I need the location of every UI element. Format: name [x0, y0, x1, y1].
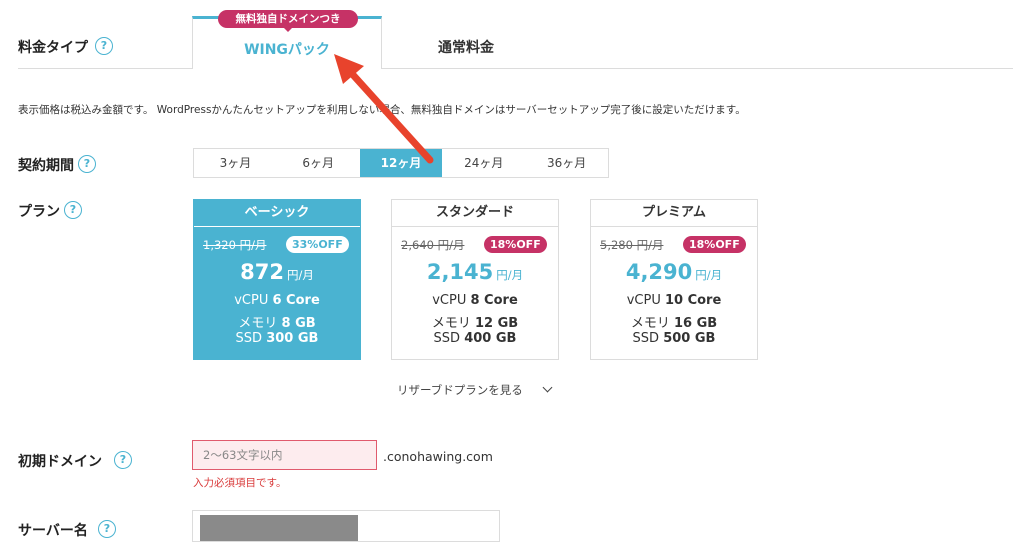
tab-wing-pack-label: WINGパック [244, 42, 330, 58]
spec-cpu: vCPU 8 Core [392, 293, 558, 308]
spec-cpu-label: vCPU [626, 293, 661, 308]
chevron-down-icon[interactable] [542, 382, 553, 393]
price: 872 円/月 [194, 260, 360, 284]
domain-suffix: .conohawing.com [383, 449, 493, 464]
plan-name: ベーシック [194, 200, 360, 227]
price-note: 表示価格は税込み金額です。 WordPressかんたんセットアップを利用しない場… [18, 104, 746, 116]
spec-cpu: vCPU 6 Core [194, 293, 360, 308]
spec-cpu-value: 10 Core [664, 293, 722, 308]
free-domain-badge: 無料独自ドメインつき [218, 10, 358, 28]
price-value: 872 [240, 260, 284, 284]
help-circle-icon[interactable]: ? [114, 451, 132, 469]
plan-card-premium[interactable]: プレミアム 5,280 円/月 18%OFF 4,290 円/月 vCPU 10 … [590, 199, 758, 360]
price-value: 2,145 [426, 260, 494, 284]
price-unit: 円/月 [286, 268, 314, 282]
plan-name: プレミアム [591, 200, 757, 227]
help-circle-icon[interactable]: ? [95, 37, 113, 55]
redacted-value [200, 515, 358, 541]
plan-card-standard[interactable]: スタンダード 2,640 円/月 18%OFF 2,145 円/月 vCPU 8 … [391, 199, 559, 360]
domain-error: 入力必須項目です。 [193, 477, 287, 489]
domain-input[interactable] [192, 440, 377, 470]
spec-ssd-value: 400 GB [464, 331, 517, 346]
price: 2,145 円/月 [392, 260, 558, 284]
price-unit: 円/月 [695, 268, 723, 282]
spec-ssd-label: SSD [235, 331, 263, 346]
spec-cpu-value: 8 Core [470, 293, 518, 308]
spec-ssd-value: 500 GB [663, 331, 716, 346]
help-circle-icon[interactable]: ? [64, 201, 82, 219]
server-name-input[interactable] [192, 510, 500, 542]
period-option-6[interactable]: 6ヶ月 [277, 149, 360, 177]
help-circle-icon[interactable]: ? [98, 520, 116, 538]
price-type-label: 料金タイプ [18, 40, 88, 56]
spec-memory-label: メモリ [431, 316, 471, 331]
spec-ssd: SSD 500 GB [591, 331, 757, 346]
period-option-24[interactable]: 24ヶ月 [442, 149, 525, 177]
spec-cpu: vCPU 10 Core [591, 293, 757, 308]
spec-memory-value: 12 GB [474, 316, 519, 331]
period-option-36[interactable]: 36ヶ月 [525, 149, 608, 177]
price: 4,290 円/月 [591, 260, 757, 284]
period-label: 契約期間 [18, 158, 74, 174]
spec-ssd-value: 300 GB [266, 331, 319, 346]
price-unit: 円/月 [496, 268, 524, 282]
period-option-3[interactable]: 3ヶ月 [194, 149, 277, 177]
spec-cpu-label: vCPU [432, 293, 467, 308]
help-circle-icon[interactable]: ? [78, 155, 96, 173]
period-selector: 3ヶ月 6ヶ月 12ヶ月 24ヶ月 36ヶ月 [193, 148, 609, 178]
plan-card-basic[interactable]: ベーシック 1,320 円/月 33%OFF 872 円/月 vCPU 6 Cor… [193, 199, 361, 360]
spec-memory: メモリ 8 GB [194, 312, 360, 331]
spec-ssd-label: SSD [433, 331, 461, 346]
reserved-plan-link[interactable]: リザーブドプランを見る [397, 382, 523, 398]
spec-memory-value: 8 GB [281, 316, 316, 331]
plan-label: プラン [18, 204, 60, 220]
spec-memory: メモリ 12 GB [392, 312, 558, 331]
spec-memory-label: メモリ [630, 316, 670, 331]
spec-memory: メモリ 16 GB [591, 312, 757, 331]
old-price: 5,280 円/月 [600, 238, 664, 252]
old-price: 2,640 円/月 [401, 238, 465, 252]
price-value: 4,290 [625, 260, 693, 284]
spec-memory-value: 16 GB [673, 316, 718, 331]
discount-badge: 18%OFF [484, 236, 547, 253]
spec-ssd: SSD 400 GB [392, 331, 558, 346]
spec-cpu-label: vCPU [234, 293, 269, 308]
discount-badge: 18%OFF [683, 236, 746, 253]
spec-ssd: SSD 300 GB [194, 331, 360, 346]
plan-name: スタンダード [392, 200, 558, 227]
period-option-12[interactable]: 12ヶ月 [359, 149, 443, 177]
spec-cpu-value: 6 Core [272, 293, 320, 308]
spec-memory-label: メモリ [238, 316, 278, 331]
server-name-label: サーバー名 [18, 523, 88, 539]
tab-divider [18, 68, 1013, 69]
badge-tail [283, 27, 293, 32]
discount-badge: 33%OFF [286, 236, 349, 253]
spec-ssd-label: SSD [632, 331, 660, 346]
old-price: 1,320 円/月 [203, 238, 267, 252]
tab-normal-price[interactable]: 通常料金 [438, 37, 494, 57]
initial-domain-label: 初期ドメイン [18, 454, 102, 470]
